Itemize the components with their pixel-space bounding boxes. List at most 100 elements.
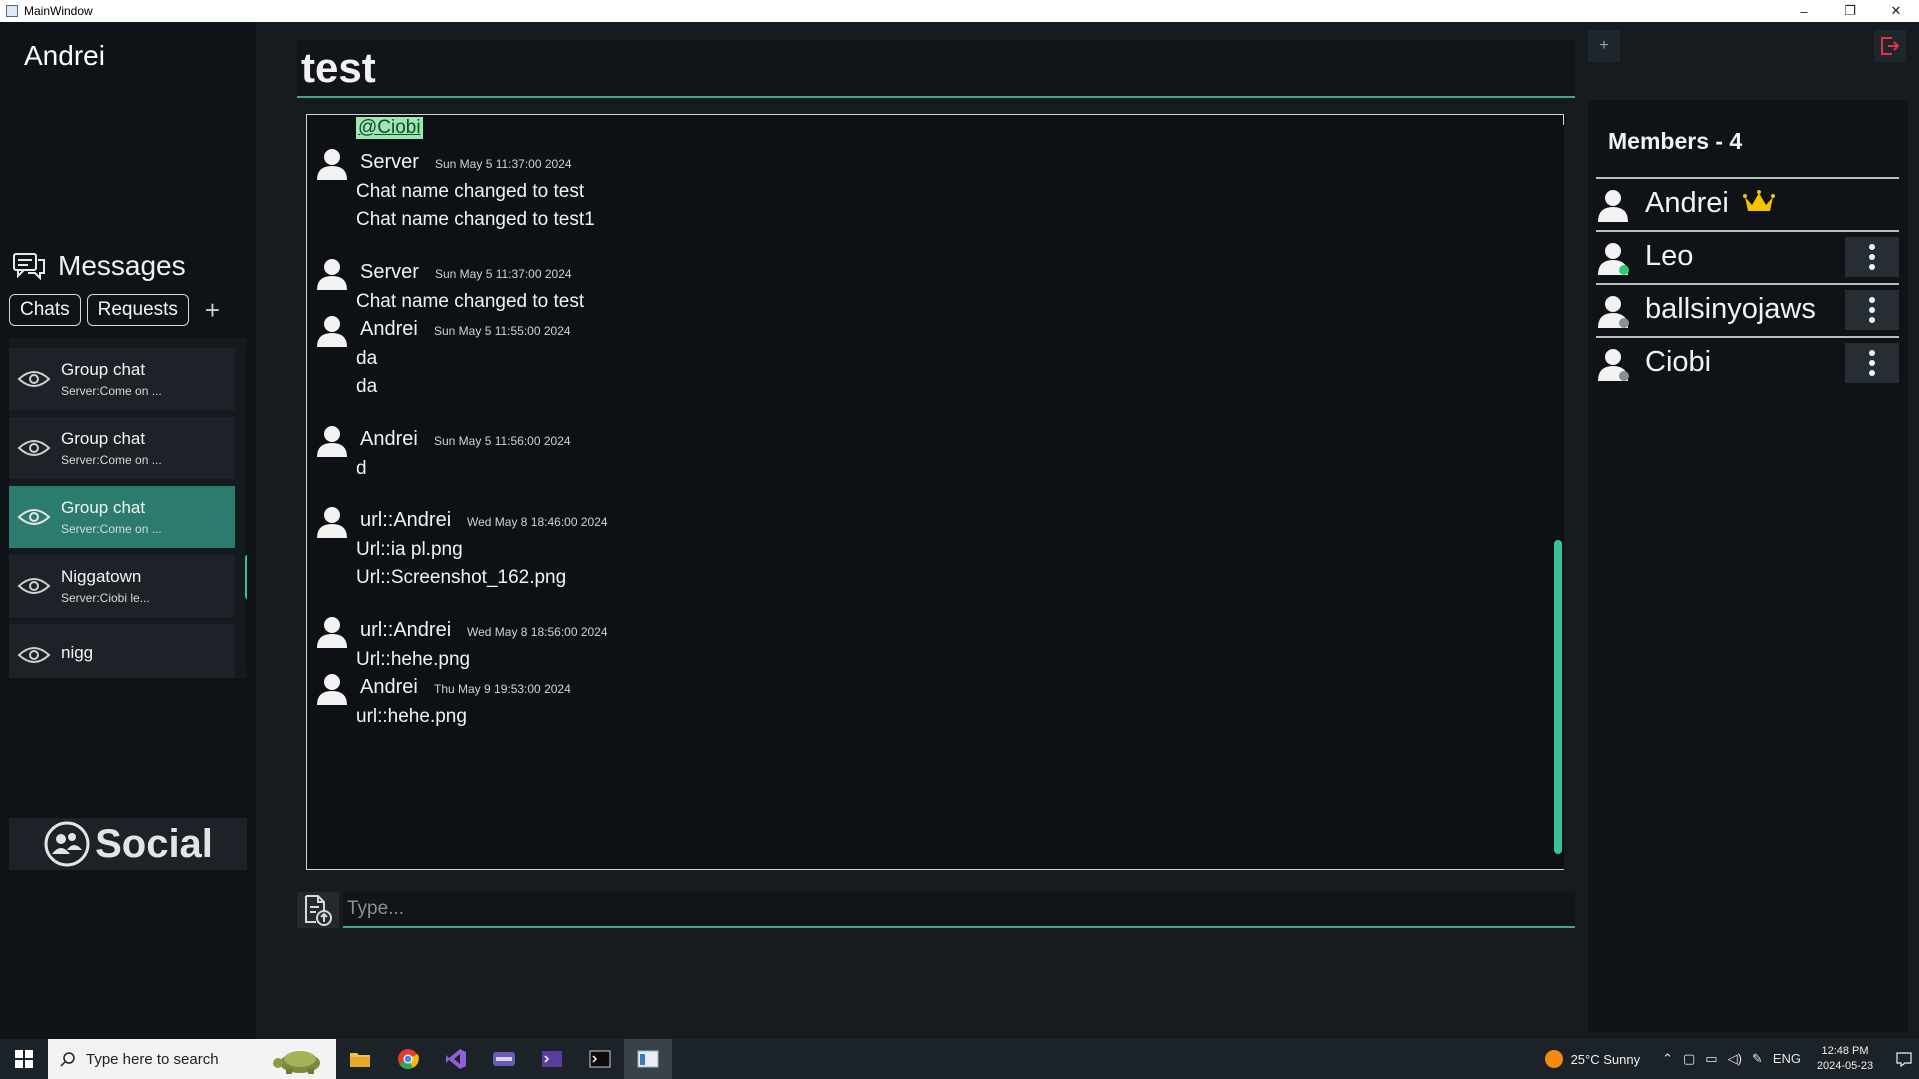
start-button[interactable]: [0, 1039, 48, 1079]
composer: [297, 892, 1575, 928]
message-text: Url::ia pl.png: [356, 539, 463, 560]
chat-list-item-active[interactable]: Group chat Server:Come on ...: [9, 486, 235, 548]
member-name: ballsinyojaws: [1645, 293, 1816, 325]
ide-icon: [493, 1052, 515, 1066]
chat-title: test: [301, 44, 376, 91]
message-author: Server: [360, 151, 419, 173]
meet-now-icon[interactable]: ▢: [1683, 1051, 1695, 1067]
tray-icons: ⌃ ▢ ▭ ◁) ✎ ENG: [1662, 1051, 1801, 1067]
user-avatar-icon: [317, 426, 347, 457]
console-taskbar-icon[interactable]: [576, 1039, 624, 1079]
notifications-button[interactable]: [1889, 1039, 1919, 1079]
language-indicator[interactable]: ENG: [1773, 1051, 1801, 1067]
eye-icon: [17, 647, 51, 663]
chat-list-item[interactable]: Group chat Server:Come on ...: [9, 348, 235, 410]
member-options-button[interactable]: [1845, 237, 1899, 277]
message-timestamp: Thu May 9 19:53:00 2024: [434, 682, 571, 696]
message-author: Andrei: [360, 318, 418, 340]
user-avatar-icon: [317, 617, 347, 648]
member-row[interactable]: Andrei: [1596, 177, 1899, 229]
member-row[interactable]: Ciobi: [1596, 336, 1899, 388]
eye-icon: [17, 578, 51, 594]
message-list[interactable]: @Ciobi Server Sun May 5 11:37:00 2024 Ch…: [306, 114, 1564, 870]
messages-icon: [13, 253, 45, 281]
tab-chats[interactable]: Chats: [9, 294, 81, 326]
message-author: url::Andrei: [360, 509, 452, 531]
message-author: Server: [360, 261, 419, 283]
chat-preview: Server:Come on ...: [61, 522, 162, 536]
message-timestamp: Sun May 5 11:37:00 2024: [435, 267, 572, 281]
chat-list-scroll-thumb[interactable]: [245, 554, 247, 600]
member-row[interactable]: Leo: [1596, 230, 1899, 282]
folder-icon: [350, 1053, 370, 1067]
leave-chat-button[interactable]: [1874, 30, 1906, 62]
network-icon[interactable]: ▭: [1705, 1051, 1717, 1067]
chat-list-item[interactable]: Niggatown Server:Ciobi le...: [9, 555, 235, 617]
file-explorer-taskbar-icon[interactable]: [336, 1039, 384, 1079]
chat-preview: Server:Come on ...: [61, 384, 162, 398]
new-chat-button[interactable]: +: [194, 294, 231, 326]
chrome-icon: [398, 1049, 419, 1070]
member-options-button[interactable]: [1845, 290, 1899, 330]
members-list: Members - 4 Andrei Leo ballsinyojaws Cio…: [1588, 100, 1908, 1032]
message-input[interactable]: [343, 892, 1575, 928]
message-text: Chat name changed to test: [356, 181, 585, 202]
clock[interactable]: 12:48 PM 2024-05-23: [1815, 1044, 1875, 1074]
message-text: Chat name changed to test: [356, 291, 585, 312]
chat-list-scrollbar[interactable]: [245, 348, 247, 668]
member-name: Andrei: [1645, 187, 1729, 219]
chat-name: nigg: [61, 643, 94, 662]
windows-logo-icon: [15, 1050, 33, 1068]
chat-list-item[interactable]: nigg: [9, 624, 235, 678]
chat-tabs: Chats Requests +: [9, 294, 231, 326]
window-controls: – ❐ ✕: [1781, 0, 1919, 22]
pen-icon[interactable]: ✎: [1752, 1051, 1763, 1067]
members-title: Members - 4: [1608, 128, 1743, 154]
clock-date: 2024-05-23: [1816, 1060, 1874, 1072]
member-row[interactable]: ballsinyojaws: [1596, 283, 1899, 335]
attach-file-icon: [305, 895, 332, 926]
member-name: Leo: [1645, 240, 1694, 272]
mention-link[interactable]: @Ciobi: [356, 117, 423, 139]
minimize-button[interactable]: –: [1781, 0, 1827, 22]
chat-name: Group chat: [61, 498, 146, 517]
close-button[interactable]: ✕: [1873, 0, 1919, 22]
tab-requests[interactable]: Requests: [86, 294, 189, 326]
user-avatar-icon: [1598, 243, 1629, 275]
chat-list[interactable]: Group chat Server:Come on ... Group chat S…: [9, 338, 247, 678]
message-timestamp: Sun May 5 11:56:00 2024: [434, 434, 571, 448]
chat-list-item[interactable]: Group chat Server:Come on ...: [9, 417, 235, 479]
chrome-taskbar-icon[interactable]: [384, 1039, 432, 1079]
exit-icon: [1881, 37, 1900, 55]
weather-widget[interactable]: 25°C Sunny: [1544, 1050, 1640, 1068]
mainwindow-taskbar-icon[interactable]: [624, 1039, 672, 1079]
member-name: Ciobi: [1645, 346, 1712, 378]
message-scroll-thumb[interactable]: [1554, 540, 1562, 854]
visual-studio-icon: [446, 1049, 466, 1069]
ide-taskbar-icon[interactable]: [480, 1039, 528, 1079]
weather-sun-icon: [1544, 1050, 1563, 1068]
message-timestamp: Sun May 5 11:37:00 2024: [435, 157, 572, 171]
message-text: url::hehe.png: [356, 706, 467, 727]
os-taskbar: Type here to search 25°C Sunny ⌃ ▢ ▭ ◁) …: [0, 1039, 1919, 1079]
attach-file-button[interactable]: [297, 892, 339, 928]
members-panel: + Members - 4 Andrei Leo ballsinyojaws C…: [1588, 22, 1919, 1039]
message-text: Url::hehe.png: [356, 649, 471, 670]
taskbar-search[interactable]: Type here to search: [48, 1039, 336, 1079]
chevron-up-icon[interactable]: ⌃: [1662, 1051, 1673, 1067]
user-avatar-icon: [317, 507, 347, 538]
chat-preview: Server:Come on ...: [61, 453, 162, 467]
notification-icon: [1896, 1052, 1912, 1067]
member-options-button[interactable]: [1845, 343, 1899, 383]
message-timestamp: Wed May 8 18:56:00 2024: [467, 625, 608, 639]
add-member-button[interactable]: +: [1588, 30, 1620, 62]
restore-button[interactable]: ❐: [1827, 0, 1873, 22]
volume-icon[interactable]: ◁): [1728, 1051, 1742, 1067]
search-highlight-illustration: [273, 1051, 320, 1074]
social-button[interactable]: Social: [9, 818, 247, 870]
chat-name: Group chat: [61, 360, 146, 379]
terminal-app-taskbar-icon[interactable]: [528, 1039, 576, 1079]
visual-studio-taskbar-icon[interactable]: [432, 1039, 480, 1079]
social-label: Social: [95, 821, 213, 866]
eye-icon: [17, 371, 51, 387]
